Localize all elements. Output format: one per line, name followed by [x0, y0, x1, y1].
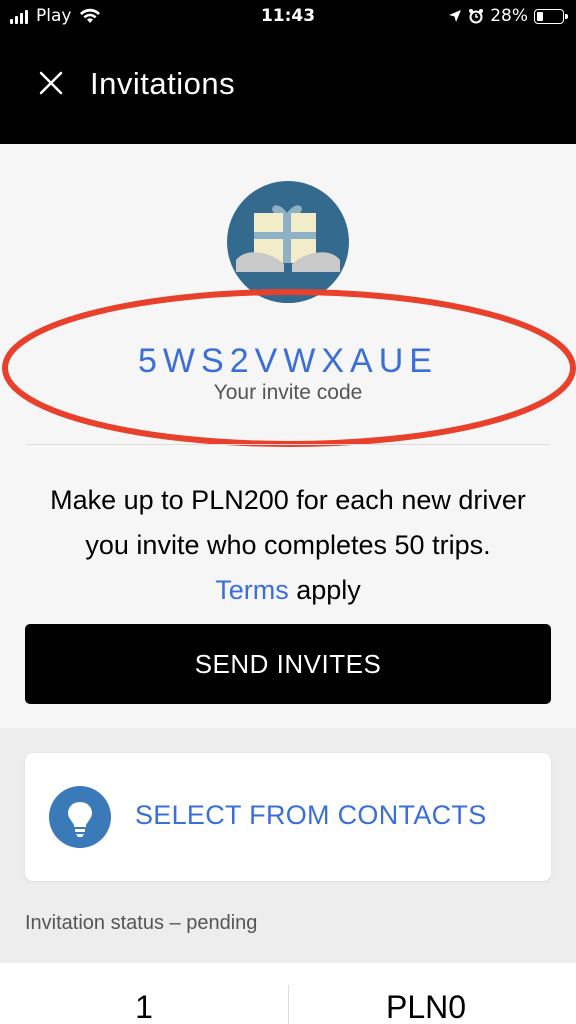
status-right: 28% — [448, 6, 568, 26]
navigation-header: Invitations — [0, 34, 576, 144]
select-from-contacts-button[interactable]: SELECT FROM CONTACTS — [25, 753, 551, 881]
invite-description: Make up to PLN200 for each new driver yo… — [10, 478, 566, 613]
battery-percent: 28% — [490, 6, 528, 26]
battery-icon — [534, 8, 568, 24]
select-from-contacts-label: SELECT FROM CONTACTS — [135, 800, 487, 830]
description-line-1: Make up to PLN200 for each new driver — [50, 485, 526, 515]
invitation-stats: 1 PLN0 — [0, 963, 576, 1024]
close-icon — [39, 71, 63, 95]
lightbulb-icon — [49, 786, 111, 848]
invitation-status-label: Invitation status – pending — [25, 912, 258, 934]
invitations-screen: Play 11:43 28% Invitations 5WS2VWXAUE Yo… — [0, 0, 576, 1024]
invite-code: 5WS2VWXAUE — [138, 342, 438, 380]
divider — [26, 444, 550, 445]
status-bar: Play 11:43 28% — [0, 0, 576, 34]
location-arrow-icon — [449, 10, 462, 22]
terms-suffix: apply — [288, 575, 361, 605]
alarm-icon — [469, 9, 484, 24]
invite-code-label: Your invite code — [213, 381, 363, 404]
send-invites-button[interactable]: SEND INVITES — [25, 624, 551, 704]
pending-count: 1 — [135, 989, 153, 1024]
send-invites-label: SEND INVITES — [194, 648, 382, 679]
page-title: Invitations — [90, 66, 236, 101]
close-button[interactable] — [34, 66, 70, 102]
terms-link[interactable]: Terms — [215, 575, 289, 605]
earnings-amount: PLN0 — [385, 989, 467, 1024]
description-line-2: you invite who completes 50 trips. — [85, 530, 491, 560]
terms-line: Terms apply — [10, 568, 566, 613]
invite-card: 5WS2VWXAUE Your invite code Make up to P… — [0, 144, 576, 728]
